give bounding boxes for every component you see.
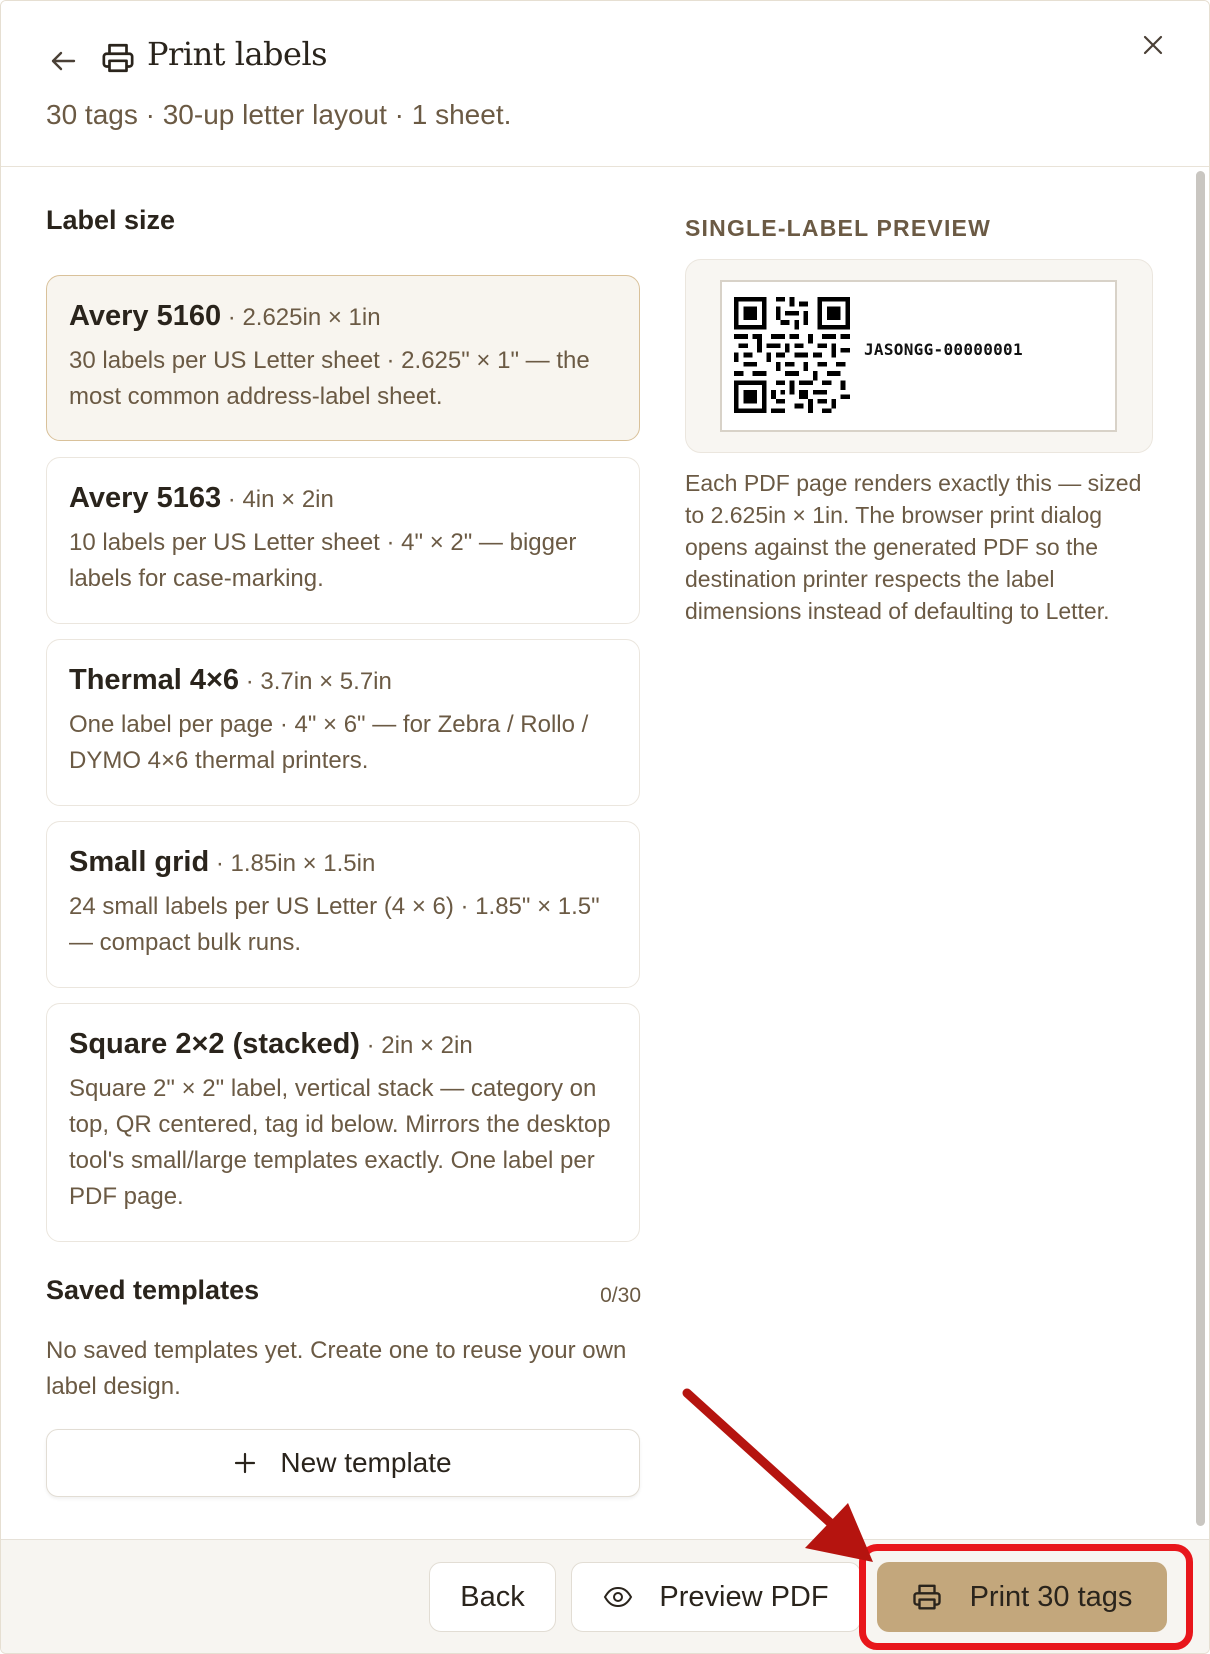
preview-pdf-label: Preview PDF <box>659 1580 829 1613</box>
preview-heading: SINGLE-LABEL PREVIEW <box>685 215 991 241</box>
label-option-thermal-4x6[interactable]: Thermal 4×6 · 3.7in × 5.7in One label pe… <box>46 639 640 806</box>
saved-templates-heading: Saved templates <box>46 1275 260 1305</box>
label-preview-frame: JASONGG-00000001 <box>685 259 1153 453</box>
eye-icon <box>604 1586 633 1608</box>
label-preview: JASONGG-00000001 <box>720 280 1117 432</box>
option-dimensions: · 2.625in × 1in <box>221 304 381 331</box>
option-dimensions: · 1.85in × 1.5in <box>209 850 376 877</box>
printer-icon <box>912 1584 941 1610</box>
qr-code-icon <box>734 297 850 413</box>
dialog-body: Label size Avery 5160 · 2.625in × 1in 30… <box>1 167 1209 1539</box>
dialog-title: Print labels <box>147 35 328 73</box>
preview-pdf-button[interactable]: Preview PDF <box>571 1562 861 1632</box>
option-dimensions: · 3.7in × 5.7in <box>239 668 392 695</box>
option-description: 24 small labels per US Letter (4 × 6) · … <box>69 893 600 956</box>
new-template-label: New template <box>280 1447 452 1478</box>
back-arrow-icon[interactable] <box>45 43 81 79</box>
back-button[interactable]: Back <box>429 1562 556 1632</box>
option-description: One label per page · 4" × 6" — for Zebra… <box>69 711 589 774</box>
label-option-square-2x2[interactable]: Square 2×2 (stacked) · 2in × 2in Square … <box>46 1003 640 1242</box>
new-template-button[interactable]: New template <box>46 1429 640 1497</box>
label-option-avery-5160[interactable]: Avery 5160 · 2.625in × 1in 30 labels per… <box>46 275 640 441</box>
print-tags-button[interactable]: Print 30 tags <box>877 1562 1167 1632</box>
option-name: Avery 5163 <box>69 482 222 514</box>
scrollbar[interactable] <box>1196 171 1205 1526</box>
label-size-heading: Label size <box>46 205 176 235</box>
print-labels-dialog: Print labels 30 tags · 30-up letter layo… <box>0 0 1210 1654</box>
option-description: 30 labels per US Letter sheet · 2.625" ×… <box>69 347 590 410</box>
dialog-footer: Back Preview PDF Print 30 tags <box>1 1539 1209 1653</box>
back-button-label: Back <box>460 1580 525 1613</box>
option-dimensions: · 2in × 2in <box>359 1032 473 1059</box>
dialog-header: Print labels 30 tags · 30-up letter layo… <box>1 1 1209 167</box>
printer-icon <box>101 41 135 75</box>
option-name: Thermal 4×6 <box>69 664 240 696</box>
label-option-small-grid[interactable]: Small grid · 1.85in × 1.5in 24 small lab… <box>46 821 640 988</box>
option-name: Small grid <box>69 846 210 878</box>
option-dimensions: · 4in × 2in <box>221 486 334 513</box>
option-description: 10 labels per US Letter sheet · 4" × 2" … <box>69 529 577 592</box>
option-name: Square 2×2 (stacked) <box>69 1028 360 1060</box>
label-tag-id: JASONGG-00000001 <box>864 340 1023 359</box>
print-tags-label: Print 30 tags <box>969 1580 1133 1613</box>
label-option-avery-5163[interactable]: Avery 5163 · 4in × 2in 10 labels per US … <box>46 457 640 624</box>
preview-description: Each PDF page renders exactly this — siz… <box>685 470 1142 624</box>
saved-templates-empty-text: No saved templates yet. Create one to re… <box>46 1337 627 1400</box>
plus-icon <box>235 1452 256 1474</box>
option-description: Square 2" × 2" label, vertical stack — c… <box>69 1075 611 1210</box>
dialog-subtitle: 30 tags · 30-up letter layout · 1 sheet. <box>46 99 512 130</box>
option-name: Avery 5160 <box>69 300 222 332</box>
close-icon[interactable] <box>1135 27 1171 63</box>
saved-templates-count: 0/30 <box>600 1284 641 1307</box>
